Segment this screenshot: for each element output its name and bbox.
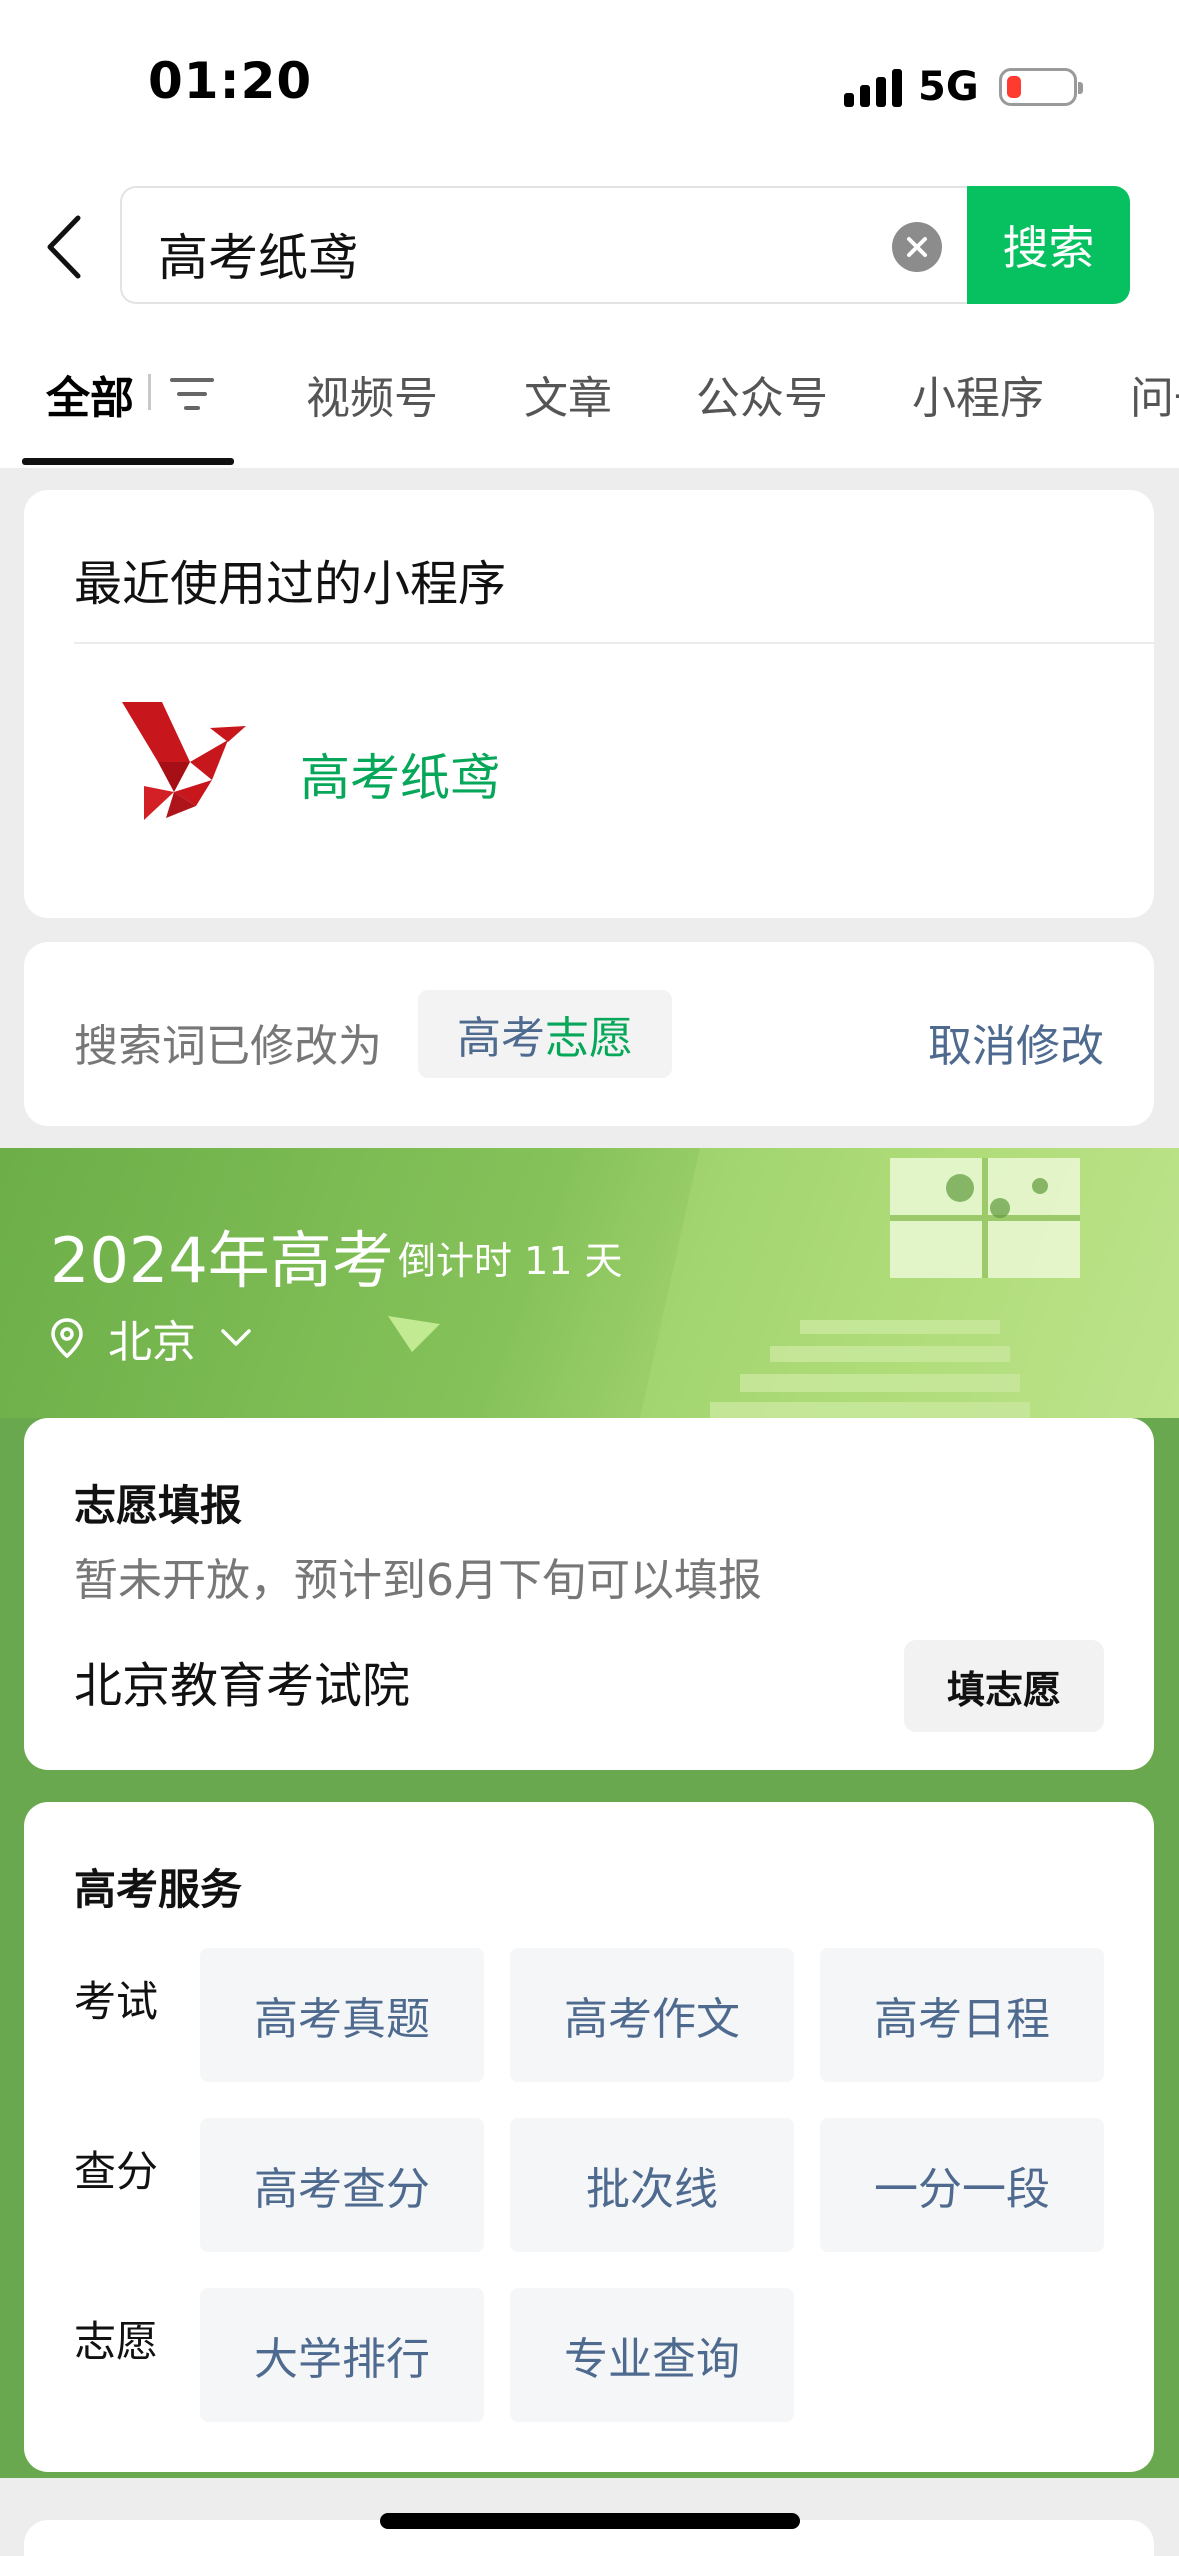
search-input[interactable]: 高考纸鸢	[120, 186, 970, 304]
tab-all[interactable]: 全部	[46, 362, 134, 426]
service-button-batch-line[interactable]: 批次线	[510, 2118, 794, 2252]
service-row-label-volunteer: 志愿	[74, 2317, 159, 2366]
search-query[interactable]: 高考纸鸢	[158, 218, 358, 290]
tab-articles[interactable]: 文章	[524, 362, 612, 426]
service-button-university-ranking[interactable]: 大学排行	[200, 2288, 484, 2422]
gaokao-title: 2024年高考	[50, 1224, 394, 1297]
service-button-schedule[interactable]: 高考日程	[820, 1948, 1104, 2082]
search-modified-card: 搜索词已修改为 高考 志愿 取消修改	[24, 942, 1154, 1126]
services-title: 高考服务	[74, 1865, 243, 1914]
volunteer-apply-card: 志愿填报 暂未开放，预计到6月下旬可以填报 北京教育考试院 填志愿	[24, 1418, 1154, 1770]
clear-icon[interactable]	[892, 222, 942, 272]
home-indicator[interactable]	[380, 2513, 800, 2529]
top-area: 01:20 5G 高考纸鸢 搜索 全部 视频号 文章 公众号 小程序 问一	[0, 0, 1179, 468]
gaokao-services-card: 高考服务 考试 高考真题 高考作文 高考日程 查分 高考查分 批次线 一分一段 …	[24, 1802, 1154, 2472]
chevron-down-icon	[221, 1329, 251, 1346]
gaokao-countdown: 倒计时 11 天	[398, 1239, 623, 1283]
service-row-label-exam: 考试	[74, 1977, 159, 2026]
divider	[74, 642, 1154, 644]
recent-app-name[interactable]: 高考纸鸢	[300, 738, 500, 810]
service-button-score-lookup[interactable]: 高考查分	[200, 2118, 484, 2252]
tab-divider	[148, 374, 151, 410]
apply-button[interactable]: 填志愿	[904, 1640, 1104, 1732]
battery-icon	[998, 68, 1083, 106]
location-name: 北京	[108, 1317, 196, 1368]
tab-bar: 全部 视频号 文章 公众号 小程序 问一	[0, 350, 1179, 468]
location-selector[interactable]: 北京	[50, 1306, 252, 1370]
tab-mini-programs[interactable]: 小程序	[912, 362, 1044, 426]
gaokao-section: 2024年高考 倒计时 11 天 北京 志愿填报 暂未开放，预计到6月下旬可以填…	[0, 1148, 1179, 2478]
modified-term-part1: 高考	[457, 1013, 545, 1064]
apply-org: 北京教育考试院	[74, 1658, 411, 1714]
service-button-essays[interactable]: 高考作文	[510, 1948, 794, 2082]
recent-title: 最近使用过的小程序	[74, 556, 507, 612]
back-chevron-icon[interactable]	[38, 212, 92, 282]
apply-subtitle: 暂未开放，预计到6月下旬可以填报	[74, 1555, 762, 1606]
signal-icon	[844, 67, 902, 107]
recent-mini-program-card: 最近使用过的小程序 高考纸鸢	[24, 490, 1154, 918]
service-button-score-rank[interactable]: 一分一段	[820, 2118, 1104, 2252]
status-time: 01:20	[148, 52, 313, 110]
modified-term-chip[interactable]: 高考 志愿	[418, 990, 672, 1078]
service-button-major-lookup[interactable]: 专业查询	[510, 2288, 794, 2422]
modified-term-part2: 志愿	[545, 1013, 633, 1064]
gaokao-hero: 2024年高考 倒计时 11 天 北京	[0, 1148, 1179, 1418]
tab-ask[interactable]: 问一	[1130, 362, 1179, 426]
service-row-label-score: 查分	[74, 2147, 159, 2196]
network-type: 5G	[918, 64, 979, 110]
status-right: 5G	[844, 62, 1083, 112]
modified-label: 搜索词已修改为	[74, 1021, 382, 1072]
cancel-modify-link[interactable]: 取消修改	[928, 1010, 1104, 1074]
tab-channels[interactable]: 视频号	[306, 362, 438, 426]
apply-title: 志愿填报	[74, 1481, 243, 1530]
filter-icon[interactable]	[170, 376, 214, 412]
location-pin-icon	[51, 1318, 83, 1359]
tab-official-accounts[interactable]: 公众号	[696, 362, 828, 426]
service-button-past-papers[interactable]: 高考真题	[200, 1948, 484, 2082]
tab-underline	[22, 458, 234, 465]
kite-logo-icon[interactable]	[100, 700, 270, 840]
search-button[interactable]: 搜索	[967, 186, 1130, 304]
